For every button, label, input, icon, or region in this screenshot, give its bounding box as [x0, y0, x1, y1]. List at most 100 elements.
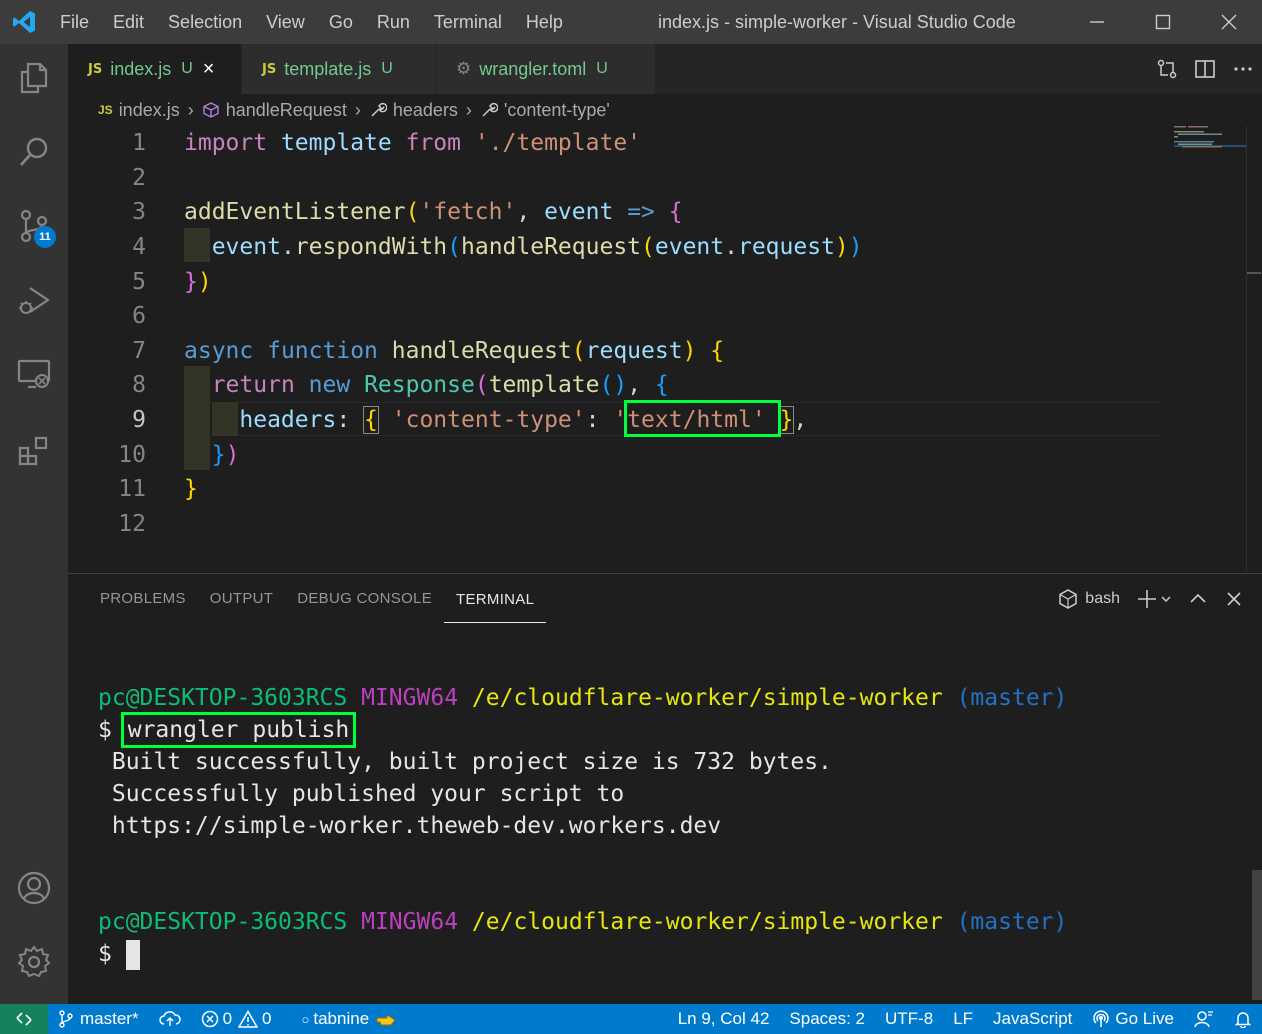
encoding[interactable]: UTF-8 — [875, 1009, 943, 1029]
feedback-button[interactable] — [1184, 1010, 1224, 1028]
terminal-input-line: $ — [98, 938, 1067, 970]
problems-indicator[interactable]: 0 0 — [191, 1009, 282, 1029]
ellipsis-icon — [1234, 67, 1252, 71]
terminal-branch: (master) — [956, 909, 1068, 935]
terminal-path: /e/cloudflare-worker/simple-worker — [471, 909, 943, 935]
go-live-button[interactable]: Go Live — [1082, 1009, 1184, 1029]
code-token: : — [336, 407, 351, 434]
code-token: request — [585, 337, 683, 364]
tab-status: U — [596, 60, 608, 77]
code-editor[interactable]: 1 import template from './template' 2 3 … — [68, 126, 1262, 572]
minimap — [1174, 126, 1246, 148]
code-token: return — [211, 372, 295, 399]
code-line: 10 }) — [68, 437, 1168, 472]
remote-indicator[interactable] — [0, 1004, 48, 1034]
terminal-dollar: $ — [98, 941, 112, 967]
tabnine-status[interactable]: ○ tabnine — [292, 1009, 408, 1029]
breadcrumb-file[interactable]: index.js — [119, 100, 180, 121]
vscode-logo-icon — [0, 0, 48, 44]
menu-edit[interactable]: Edit — [101, 0, 156, 44]
breadcrumb-function[interactable]: handleRequest — [226, 100, 347, 121]
tab-close-icon[interactable]: × — [203, 58, 215, 81]
code-line: 8 return new Response(template(), { — [68, 368, 1168, 403]
chevron-right-icon: › — [187, 99, 194, 120]
account-button[interactable] — [0, 858, 68, 918]
notifications-button[interactable] — [1224, 1010, 1262, 1028]
compare-changes-icon — [1157, 59, 1177, 79]
line-number: 6 — [132, 303, 146, 330]
line-number: 12 — [118, 510, 146, 537]
tab-output[interactable]: OUTPUT — [198, 574, 285, 624]
line-number: 2 — [132, 164, 146, 191]
status-bar: master* 0 0 ○ tabnine Ln 9, Col 42 Space… — [0, 1004, 1262, 1034]
git-branch[interactable]: master* — [48, 1009, 149, 1029]
indentation[interactable]: Spaces: 2 — [779, 1009, 875, 1029]
shell-name: bash — [1085, 590, 1120, 607]
chevron-up-icon — [1190, 593, 1206, 603]
split-editor-button[interactable] — [1186, 44, 1224, 94]
menu-selection[interactable]: Selection — [156, 0, 254, 44]
menu-view[interactable]: View — [254, 0, 317, 44]
tab-template-js[interactable]: JS template.js U — [242, 44, 436, 94]
breadcrumb-headers[interactable]: headers — [393, 100, 458, 121]
explorer-icon — [20, 62, 48, 94]
code-token: ( — [571, 337, 586, 364]
tab-terminal[interactable]: TERMINAL — [444, 575, 547, 623]
line-number: 9 — [132, 407, 146, 434]
extensions-button[interactable] — [0, 420, 68, 480]
editor-scrollbar[interactable] — [1246, 126, 1261, 572]
tab-debug-console[interactable]: DEBUG CONSOLE — [285, 574, 444, 624]
cursor-position[interactable]: Ln 9, Col 42 — [668, 1009, 780, 1029]
explorer-button[interactable] — [0, 48, 68, 108]
terminal-branch: (master) — [956, 685, 1068, 711]
menu-bar: File Edit Selection View Go Run Terminal… — [48, 0, 575, 44]
go-live-label: Go Live — [1115, 1009, 1174, 1028]
code-token: { — [363, 406, 379, 435]
line-number: 8 — [132, 372, 146, 399]
menu-run[interactable]: Run — [365, 0, 422, 44]
terminal-shell-selector[interactable]: bash — [1049, 588, 1128, 610]
search-button[interactable] — [0, 122, 68, 182]
terminal-output-line: https://simple-worker.theweb-dev.workers… — [98, 813, 722, 839]
property-wrench-icon — [482, 102, 498, 117]
language-mode[interactable]: JavaScript — [983, 1009, 1082, 1029]
code-token: function — [267, 337, 378, 364]
code-token: 'fetch' — [419, 199, 517, 226]
terminal-dollar: $ — [98, 717, 112, 743]
sync-button[interactable] — [149, 1010, 191, 1028]
code-token: template — [488, 372, 600, 399]
source-control-button[interactable]: 11 — [0, 196, 68, 256]
open-changes-button[interactable] — [1148, 44, 1186, 94]
tabnine-label: tabnine — [313, 1009, 370, 1028]
tab-label: template.js — [284, 58, 372, 79]
settings-button[interactable] — [0, 932, 68, 992]
tab-index-js[interactable]: JS index.js U × — [68, 44, 242, 94]
menu-file[interactable]: File — [48, 0, 101, 44]
code-token: } — [211, 441, 226, 468]
code-token: Response — [364, 372, 475, 399]
terminal-scrollbar[interactable] — [1252, 870, 1262, 1000]
close-window-button[interactable] — [1196, 0, 1262, 44]
minimize-button[interactable] — [1064, 0, 1130, 44]
close-panel-button[interactable] — [1216, 589, 1252, 609]
code-token: ) — [197, 268, 212, 295]
code-line: 1 import template from './template' — [68, 126, 1168, 161]
tab-problems[interactable]: PROBLEMS — [88, 574, 198, 624]
maximize-button[interactable] — [1130, 0, 1196, 44]
code-token: ( — [405, 199, 420, 226]
menu-terminal[interactable]: Terminal — [422, 0, 514, 44]
run-debug-button[interactable] — [0, 270, 68, 330]
maximize-panel-button[interactable] — [1180, 589, 1216, 609]
cloud-sync-icon — [158, 1011, 181, 1026]
code-token: ( — [447, 234, 461, 261]
terminal-output[interactable]: pc@DESKTOP-3603RCS MINGW64 /e/cloudflare… — [98, 682, 1067, 970]
end-of-line[interactable]: LF — [943, 1009, 983, 1029]
search-icon — [19, 137, 48, 166]
more-actions-button[interactable] — [1224, 44, 1262, 94]
terminal-user: pc@DESKTOP-3603RCS — [98, 909, 348, 935]
menu-go[interactable]: Go — [317, 0, 365, 44]
remote-explorer-button[interactable] — [0, 344, 68, 404]
new-terminal-button[interactable] — [1128, 588, 1180, 610]
breadcrumb-content-type[interactable]: 'content-type' — [504, 100, 610, 121]
tab-wrangler-toml[interactable]: ⚙ wrangler.toml U — [436, 44, 656, 94]
